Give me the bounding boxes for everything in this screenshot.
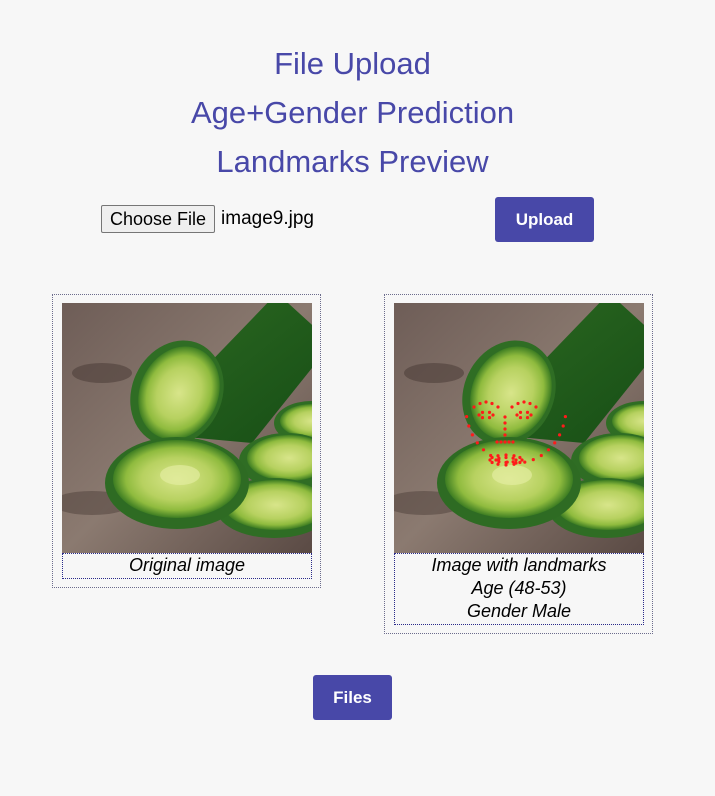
- upload-button[interactable]: Upload: [495, 197, 594, 242]
- page: File Upload Age+Gender Prediction Landma…: [0, 0, 715, 796]
- page-title-landmarks: Landmarks Preview: [216, 144, 489, 179]
- landmarks-image: [394, 303, 644, 553]
- files-button[interactable]: Files: [313, 675, 392, 720]
- selected-file-name: image9.jpg: [221, 208, 314, 229]
- original-image: [62, 303, 312, 553]
- page-title-file-upload: File Upload: [274, 46, 431, 81]
- original-caption-text: Original image: [128, 555, 246, 575]
- landmarks-image-caption: Image with landmarks Age (48-53) Gender …: [394, 553, 644, 625]
- original-image-card: Original image: [52, 294, 321, 588]
- choose-file-button[interactable]: Choose File: [101, 205, 216, 233]
- page-title-prediction: Age+Gender Prediction: [190, 95, 515, 130]
- file-input[interactable]: Choose File image9.jpg: [101, 205, 314, 233]
- gender-prediction: Gender Male: [466, 601, 572, 621]
- original-image-caption: Original image: [62, 553, 312, 579]
- landmarks-caption-text: Image with landmarks: [431, 555, 607, 575]
- age-prediction: Age (48-53): [471, 578, 567, 598]
- landmarks-image-card: Image with landmarks Age (48-53) Gender …: [384, 294, 653, 634]
